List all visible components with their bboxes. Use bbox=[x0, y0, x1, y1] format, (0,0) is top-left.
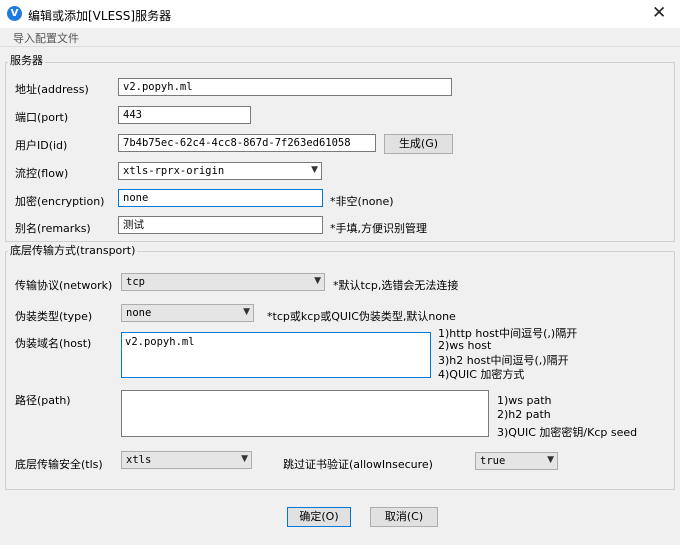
type-label: 伪装类型(type) bbox=[15, 310, 93, 323]
host-textarea[interactable]: v2.popyh.ml bbox=[121, 332, 431, 378]
chevron-down-icon: ▼ bbox=[311, 165, 318, 175]
chevron-down-icon: ▼ bbox=[547, 455, 554, 465]
menu-import-config[interactable]: 导入配置文件 bbox=[13, 30, 79, 46]
cancel-button[interactable]: 取消(C) bbox=[370, 507, 438, 527]
flow-select[interactable]: xtls-rprx-origin ▼ bbox=[118, 162, 322, 180]
address-input[interactable]: v2.popyh.ml bbox=[118, 78, 452, 96]
path-textarea[interactable] bbox=[121, 390, 489, 437]
path-hint-2: 2)h2 path bbox=[497, 408, 551, 421]
path-label: 路径(path) bbox=[15, 394, 71, 407]
flow-select-value: xtls-rprx-origin bbox=[123, 165, 225, 177]
window-title: 编辑或添加[VLESS]服务器 bbox=[28, 9, 172, 23]
close-icon[interactable]: ✕ bbox=[652, 3, 666, 23]
chevron-down-icon: ▼ bbox=[241, 454, 248, 464]
menu-bar: 导入配置文件 bbox=[0, 28, 680, 47]
chevron-down-icon: ▼ bbox=[243, 307, 250, 317]
network-label: 传输协议(network) bbox=[15, 279, 113, 292]
network-select-value: tcp bbox=[126, 276, 145, 288]
port-label: 端口(port) bbox=[15, 111, 69, 124]
generate-id-button[interactable]: 生成(G) bbox=[384, 134, 453, 154]
tls-label: 底层传输安全(tls) bbox=[15, 458, 103, 471]
encryption-label: 加密(encryption) bbox=[15, 195, 105, 208]
encryption-hint: *非空(none) bbox=[330, 195, 394, 208]
network-hint: *默认tcp,选错会无法连接 bbox=[333, 279, 459, 292]
host-hint-2: 2)ws host bbox=[438, 339, 492, 352]
network-select[interactable]: tcp ▼ bbox=[121, 273, 325, 291]
remarks-input[interactable]: 测试 bbox=[118, 216, 323, 234]
path-hint-1: 1)ws path bbox=[497, 394, 552, 407]
flow-label: 流控(flow) bbox=[15, 167, 69, 180]
remarks-hint: *手填,方便识别管理 bbox=[330, 222, 427, 235]
host-hint-4: 4)QUIC 加密方式 bbox=[438, 368, 525, 381]
allow-insecure-select[interactable]: true ▼ bbox=[475, 452, 558, 470]
host-label: 伪装域名(host) bbox=[15, 337, 92, 350]
transport-group-label: 底层传输方式(transport) bbox=[8, 242, 138, 258]
type-hint: *tcp或kcp或QUIC伪装类型,默认none bbox=[267, 310, 456, 323]
id-input[interactable]: 7b4b75ec-62c4-4cc8-867d-7f263ed61058 bbox=[118, 134, 376, 152]
app-logo-icon: V bbox=[7, 6, 22, 21]
ok-button[interactable]: 确定(O) bbox=[287, 507, 351, 527]
encryption-input[interactable]: none bbox=[118, 189, 323, 207]
allow-insecure-select-value: true bbox=[480, 455, 506, 467]
tls-select[interactable]: xtls ▼ bbox=[121, 451, 252, 469]
chevron-down-icon: ▼ bbox=[314, 276, 321, 286]
type-select-value: none bbox=[126, 307, 152, 319]
id-label: 用户ID(id) bbox=[15, 139, 68, 152]
port-input[interactable]: 443 bbox=[118, 106, 251, 124]
path-hint-3: 3)QUIC 加密密钥/Kcp seed bbox=[497, 426, 638, 439]
remarks-label: 别名(remarks) bbox=[15, 222, 91, 235]
server-group-label: 服务器 bbox=[8, 52, 45, 68]
type-select[interactable]: none ▼ bbox=[121, 304, 254, 322]
title-bar: V 编辑或添加[VLESS]服务器 ✕ bbox=[0, 0, 680, 28]
tls-select-value: xtls bbox=[126, 454, 152, 466]
address-label: 地址(address) bbox=[15, 83, 89, 96]
allow-insecure-label: 跳过证书验证(allowInsecure) bbox=[283, 458, 433, 471]
